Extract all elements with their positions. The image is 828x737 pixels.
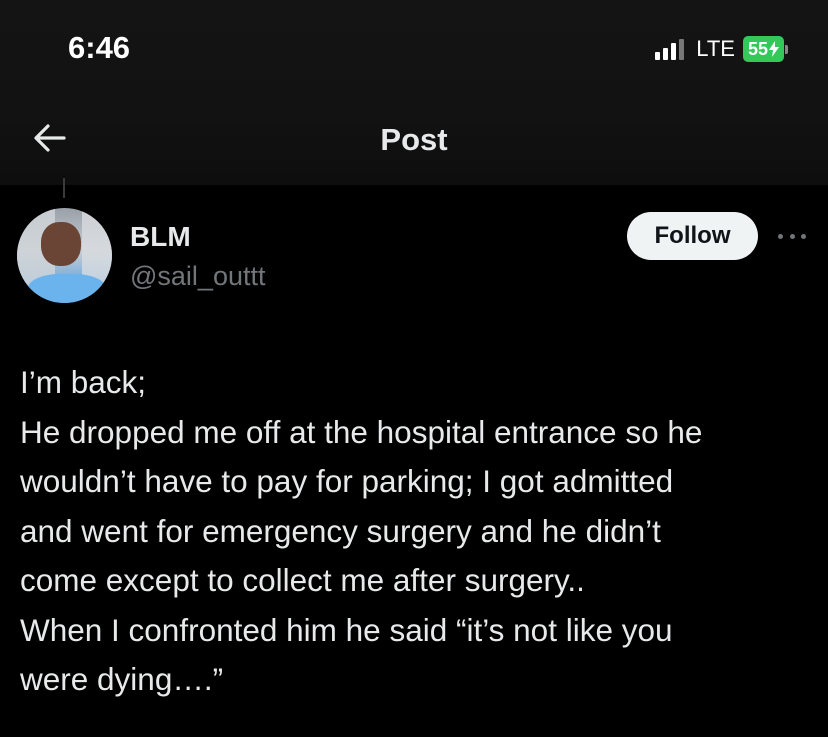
more-icon[interactable]	[774, 222, 810, 250]
post-line: He dropped me off at the hospital entran…	[20, 413, 703, 450]
avatar[interactable]	[17, 208, 112, 303]
battery-icon: 55	[742, 36, 788, 62]
follow-button[interactable]: Follow	[627, 212, 758, 260]
top-header: 6:46 LTE 55 Post	[0, 0, 828, 185]
author-display-name[interactable]: BLM	[130, 221, 191, 253]
signal-icon	[655, 38, 685, 60]
status-time: 6:46	[68, 30, 131, 65]
author-handle[interactable]: @sail_outtt	[130, 261, 265, 292]
post-line: and went for emergency surgery and he di…	[20, 512, 661, 549]
charging-bolt-icon	[769, 41, 779, 57]
post-line: come except to collect me after surgery.…	[20, 562, 585, 598]
post-line: I’m back;	[20, 364, 147, 400]
post-text: I’m back; He dropped me off at the hospi…	[20, 358, 820, 705]
post-line: wouldn’t have to pay for parking; I got …	[20, 463, 674, 499]
thread-connector	[63, 178, 65, 198]
page-title: Post	[380, 122, 448, 157]
post-line: When I confronted him he said “it’s not …	[20, 611, 673, 648]
post-line: were dying….”	[20, 661, 224, 697]
status-indicators: LTE 55	[655, 36, 788, 62]
battery-level: 55	[747, 38, 768, 59]
network-type: LTE	[696, 36, 735, 61]
